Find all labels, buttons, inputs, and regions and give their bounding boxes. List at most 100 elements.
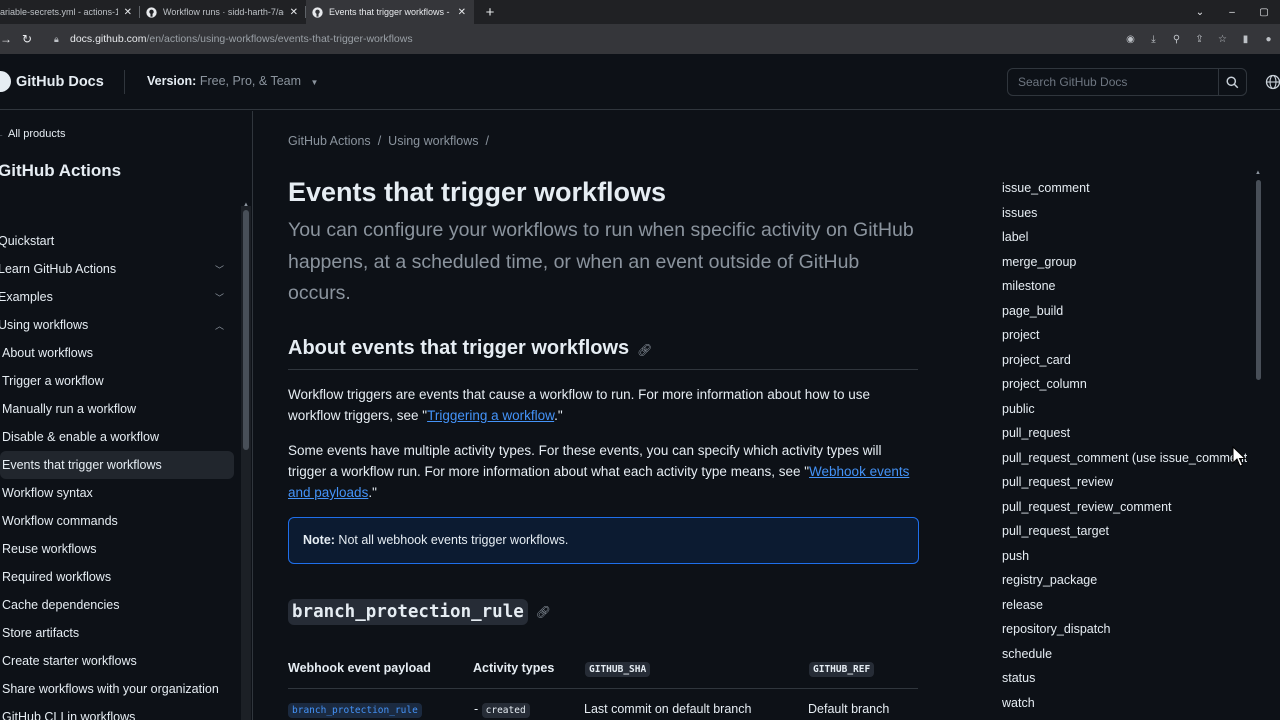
main-content: GitHub Actions / Using workflows / Events t…	[288, 111, 928, 720]
profile-icon[interactable]: ●	[1257, 34, 1280, 45]
sidebar-item-disable-enable[interactable]: Disable & enable a workflow	[0, 423, 238, 451]
sidebar-item-label: Share workflows with your organization	[2, 682, 219, 696]
product-title[interactable]: GitHub Actions	[0, 161, 121, 181]
toc-item[interactable]: merge_group	[1002, 250, 1247, 275]
globe-icon[interactable]	[1265, 74, 1280, 90]
browser-tab[interactable]: Workflow runs · sidd-harth-7/ac ✕	[140, 0, 306, 24]
toc-item[interactable]: label	[1002, 225, 1247, 250]
all-products-label: All products	[8, 128, 66, 140]
sidebar-item-label: Disable & enable a workflow	[2, 430, 160, 444]
sidebar-item-label: Quickstart	[0, 234, 55, 248]
sidebar-scrollbar[interactable]: ▲	[241, 202, 251, 720]
close-tab-icon[interactable]: ✕	[290, 7, 298, 18]
breadcrumb-github-actions[interactable]: GitHub Actions	[288, 134, 371, 148]
toc-item[interactable]: pull_request_review_comment	[1002, 495, 1247, 520]
sidebar-item-store-artifacts[interactable]: Store artifacts	[0, 619, 238, 647]
tab-title: Events that trigger workflows - G	[329, 7, 452, 17]
table-header-activity: Activity types	[473, 661, 555, 675]
sidebar-item-cache-dependencies[interactable]: Cache dependencies	[0, 591, 238, 619]
version-label: Version:	[147, 74, 197, 88]
toc-item[interactable]: public	[1002, 397, 1247, 422]
sidebar-item-workflow-syntax[interactable]: Workflow syntax	[0, 479, 238, 507]
toc-scrollbar[interactable]: ▲	[1253, 170, 1263, 720]
scrollbar-thumb[interactable]	[243, 210, 249, 450]
anchor-link-icon[interactable]: 🔗︎	[637, 343, 652, 357]
toc-item[interactable]: pull_request	[1002, 421, 1247, 446]
toc-item[interactable]: schedule	[1002, 642, 1247, 667]
event-heading: branch_protection_rule 🔗︎	[288, 598, 551, 626]
new-tab-icon[interactable]: +	[478, 0, 502, 24]
breadcrumb-using-workflows[interactable]: Using workflows	[388, 134, 478, 148]
toc-item[interactable]: page_build	[1002, 299, 1247, 324]
paragraph-text: ."	[554, 408, 563, 423]
sidebar-item-examples[interactable]: Examples ﹀	[0, 283, 238, 311]
sidebar-item-create-starter-workflows[interactable]: Create starter workflows	[0, 647, 238, 675]
mouse-cursor-icon	[1232, 446, 1246, 467]
toc-item[interactable]: status	[1002, 666, 1247, 691]
close-tab-icon[interactable]: ✕	[458, 7, 466, 18]
tab-search-icon[interactable]: ⌄	[1184, 7, 1216, 18]
search-button[interactable]	[1218, 69, 1246, 95]
chevron-down-icon: ﹀	[214, 265, 224, 275]
page-title: Events that trigger workflows	[288, 177, 667, 207]
side-panel-icon[interactable]: ▮	[1234, 34, 1257, 45]
sidebar-item-trigger-a-workflow[interactable]: Trigger a workflow	[0, 367, 238, 395]
sidebar-item-github-cli[interactable]: GitHub CLI in workflows	[0, 703, 238, 720]
sidebar-item-using-workflows[interactable]: Using workflows ︿	[0, 311, 238, 339]
share-icon[interactable]: ⇪	[1188, 34, 1211, 45]
sidebar-item-quickstart[interactable]: Quickstart	[0, 227, 238, 255]
toc-item[interactable]: pull_request_comment (use issue_comment)	[1002, 446, 1247, 471]
forward-icon[interactable]: →	[0, 32, 12, 46]
browser-tab[interactable]: ariable-secrets.yml - actions-1 ✕	[0, 0, 140, 24]
bookmark-star-icon[interactable]: ☆	[1211, 34, 1234, 45]
triggering-a-workflow-link[interactable]: Triggering a workflow	[427, 408, 554, 423]
maximize-icon[interactable]: ▢	[1248, 7, 1280, 18]
scrollbar-thumb[interactable]	[1256, 180, 1261, 380]
url-field[interactable]: docs.github.com/en/actions/using-workflo…	[70, 33, 413, 45]
github-logo-icon[interactable]	[0, 71, 11, 92]
reload-icon[interactable]: ↻	[16, 32, 38, 46]
google-icon[interactable]: ◉	[1119, 34, 1142, 45]
all-products-link[interactable]: ← All products	[0, 128, 65, 140]
brand-link[interactable]: GitHub Docs	[16, 74, 104, 90]
toc-item[interactable]: watch	[1002, 691, 1247, 716]
sidebar-item-learn-github-actions[interactable]: Learn GitHub Actions ﹀	[0, 255, 238, 283]
anchor-link-icon[interactable]: 🔗︎	[536, 605, 551, 619]
scroll-up-icon[interactable]: ▲	[1255, 170, 1261, 176]
sidebar-item-events-that-trigger[interactable]: Events that trigger workflows	[0, 451, 234, 479]
toc-item[interactable]: repository_dispatch	[1002, 617, 1247, 642]
sidebar-item-about-workflows[interactable]: About workflows	[0, 339, 238, 367]
lock-icon[interactable]: 🔒︎	[54, 34, 68, 45]
sidebar-item-share-workflows[interactable]: Share workflows with your organization	[0, 675, 238, 703]
install-icon[interactable]: ⤓	[1142, 34, 1165, 45]
sidebar-item-label: Reuse workflows	[2, 542, 97, 556]
address-bar: → ↻ 🔒︎ docs.github.com/en/actions/using-…	[0, 24, 1280, 54]
sidebar-item-required-workflows[interactable]: Required workflows	[0, 563, 238, 591]
search-input[interactable]	[1008, 69, 1220, 95]
sidebar-item-label: Manually run a workflow	[2, 402, 137, 416]
toc-item[interactable]: registry_package	[1002, 568, 1247, 593]
caret-down-icon: ▼	[310, 78, 319, 87]
toc-item[interactable]: project	[1002, 323, 1247, 348]
browser-tab-active[interactable]: Events that trigger workflows - G ✕	[306, 0, 474, 24]
toc-item[interactable]: issues	[1002, 201, 1247, 226]
toc-item[interactable]: milestone	[1002, 274, 1247, 299]
payload-link[interactable]: branch_protection_rule	[288, 703, 422, 718]
close-tab-icon[interactable]: ✕	[124, 7, 132, 18]
sidebar-item-reuse-workflows[interactable]: Reuse workflows	[0, 535, 238, 563]
toc-item[interactable]: release	[1002, 593, 1247, 618]
version-picker[interactable]: Version: Free, Pro, & Team ▼	[147, 74, 318, 88]
sidebar-item-label: Store artifacts	[2, 626, 80, 640]
toc-item[interactable]: pull_request_review	[1002, 470, 1247, 495]
toc-item[interactable]: project_column	[1002, 372, 1247, 397]
minimize-icon[interactable]: –	[1216, 7, 1248, 18]
table-header-ref-code: GITHUB_REF	[809, 662, 875, 677]
scroll-up-icon[interactable]: ▲	[243, 202, 249, 208]
toc-item[interactable]: push	[1002, 544, 1247, 569]
toc-item[interactable]: pull_request_target	[1002, 519, 1247, 544]
toc-item[interactable]: issue_comment	[1002, 176, 1247, 201]
sidebar-item-workflow-commands[interactable]: Workflow commands	[0, 507, 238, 535]
zoom-icon[interactable]: ⚲	[1165, 34, 1188, 45]
sidebar-item-manually-run[interactable]: Manually run a workflow	[0, 395, 238, 423]
toc-item[interactable]: project_card	[1002, 348, 1247, 373]
